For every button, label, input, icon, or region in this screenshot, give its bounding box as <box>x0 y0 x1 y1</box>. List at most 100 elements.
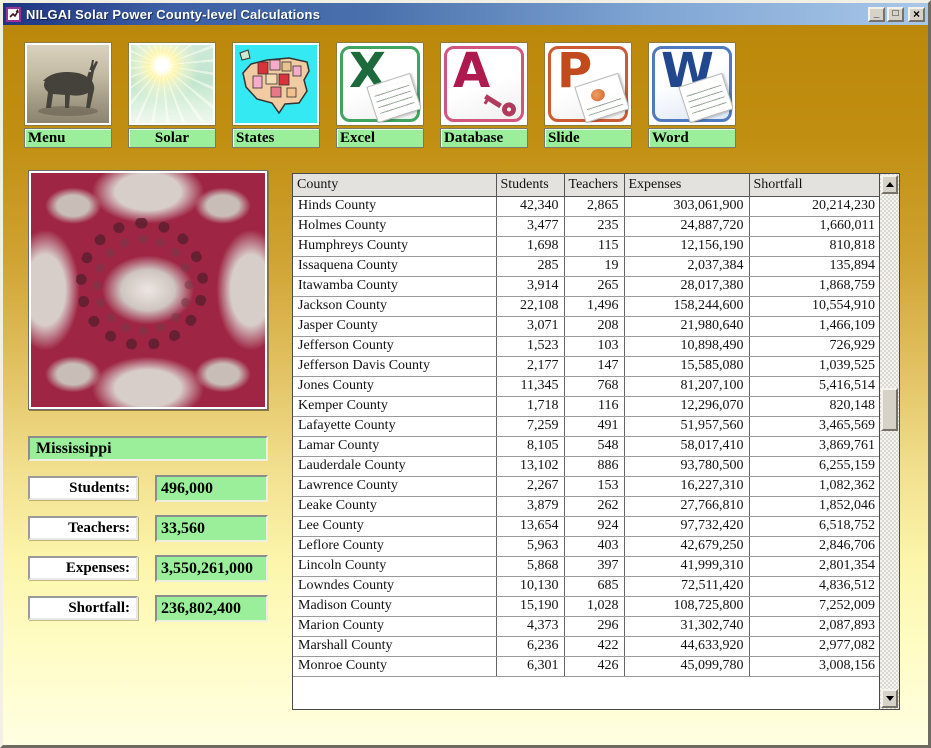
table-row[interactable]: Lee County 13,654 924 97,732,420 6,518,7… <box>293 516 879 536</box>
shortfall-cell: 135,894 <box>749 256 879 276</box>
shortfall-cell: 4,836,512 <box>749 576 879 596</box>
app-window: NILGAI Solar Power County-level Calculat… <box>0 0 931 748</box>
expenses-cell: 15,585,080 <box>624 356 749 376</box>
students-value-field[interactable]: 496,000 <box>155 475 268 502</box>
word-button-label: Word <box>648 128 736 148</box>
students-cell: 4,373 <box>496 616 564 636</box>
table-row[interactable]: Jefferson County 1,523 103 10,898,490 72… <box>293 336 879 356</box>
teachers-value-field[interactable]: 33,560 <box>155 515 268 542</box>
county-cell: Marshall County <box>293 636 496 656</box>
antelope-silhouette-icon <box>27 45 109 123</box>
students-label: Students: <box>28 476 138 500</box>
table-row[interactable]: Lafayette County 7,259 491 51,957,560 3,… <box>293 416 879 436</box>
word-icon: W <box>648 42 736 126</box>
table-row[interactable]: Lowndes County 10,130 685 72,511,420 4,8… <box>293 576 879 596</box>
minimize-button[interactable]: _ <box>868 7 885 22</box>
table-row[interactable]: Jefferson Davis County 2,177 147 15,585,… <box>293 356 879 376</box>
scroll-down-button[interactable] <box>881 689 898 708</box>
shortfall-cell: 2,846,706 <box>749 536 879 556</box>
table-row[interactable]: Itawamba County 3,914 265 28,017,380 1,8… <box>293 276 879 296</box>
vertical-scrollbar[interactable] <box>879 174 899 709</box>
table-row[interactable]: Lauderdale County 13,102 886 93,780,500 … <box>293 456 879 476</box>
table-row[interactable]: Marion County 4,373 296 31,302,740 2,087… <box>293 616 879 636</box>
table-row[interactable]: Lincoln County 5,868 397 41,999,310 2,80… <box>293 556 879 576</box>
county-cell: Jefferson County <box>293 336 496 356</box>
slide-button[interactable]: P Slide <box>544 42 632 148</box>
teachers-cell: 116 <box>564 396 624 416</box>
expenses-cell: 31,302,740 <box>624 616 749 636</box>
maximize-button[interactable]: □ <box>887 7 904 22</box>
scroll-up-button[interactable] <box>881 175 898 194</box>
shortfall-cell: 3,465,569 <box>749 416 879 436</box>
table-row[interactable]: Jasper County 3,071 208 21,980,640 1,466… <box>293 316 879 336</box>
expenses-cell: 303,061,900 <box>624 196 749 216</box>
county-cell: Lafayette County <box>293 416 496 436</box>
teachers-cell: 208 <box>564 316 624 336</box>
table-row[interactable]: Humphreys County 1,698 115 12,156,190 81… <box>293 236 879 256</box>
excel-icon: X <box>336 42 424 126</box>
state-name-field[interactable]: Mississippi <box>28 436 268 461</box>
students-cell: 5,963 <box>496 536 564 556</box>
table-row[interactable]: Leflore County 5,963 403 42,679,250 2,84… <box>293 536 879 556</box>
database-button-label: Database <box>440 128 528 148</box>
expenses-cell: 41,999,310 <box>624 556 749 576</box>
word-button[interactable]: W Word <box>648 42 736 148</box>
column-header-students[interactable]: Students <box>496 174 564 196</box>
sun-rays-icon <box>131 45 213 123</box>
table-row[interactable]: Holmes County 3,477 235 24,887,720 1,660… <box>293 216 879 236</box>
table-row[interactable]: Kemper County 1,718 116 12,296,070 820,1… <box>293 396 879 416</box>
table-row[interactable]: Lawrence County 2,267 153 16,227,310 1,0… <box>293 476 879 496</box>
teachers-cell: 103 <box>564 336 624 356</box>
menu-button[interactable]: Menu <box>24 42 112 148</box>
county-cell: Jackson County <box>293 296 496 316</box>
shortfall-cell: 1,466,109 <box>749 316 879 336</box>
expenses-cell: 108,725,800 <box>624 596 749 616</box>
shortfall-cell: 810,818 <box>749 236 879 256</box>
table-row[interactable]: Madison County 15,190 1,028 108,725,800 … <box>293 596 879 616</box>
students-cell: 2,267 <box>496 476 564 496</box>
excel-button[interactable]: X Excel <box>336 42 424 148</box>
us-map-shape-icon <box>235 45 317 123</box>
shortfall-cell: 6,518,752 <box>749 516 879 536</box>
table-row[interactable]: Hinds County 42,340 2,865 303,061,900 20… <box>293 196 879 216</box>
teachers-cell: 147 <box>564 356 624 376</box>
table-row[interactable]: Marshall County 6,236 422 44,633,920 2,9… <box>293 636 879 656</box>
table-row[interactable]: Lamar County 8,105 548 58,017,410 3,869,… <box>293 436 879 456</box>
table-row[interactable]: Monroe County 6,301 426 45,099,780 3,008… <box>293 656 879 676</box>
table-row[interactable]: Leake County 3,879 262 27,766,810 1,852,… <box>293 496 879 516</box>
teachers-cell: 768 <box>564 376 624 396</box>
county-cell: Marion County <box>293 616 496 636</box>
county-cell: Humphreys County <box>293 236 496 256</box>
shortfall-cell: 1,039,525 <box>749 356 879 376</box>
column-header-county[interactable]: County <box>293 174 496 196</box>
column-header-expenses[interactable]: Expenses <box>624 174 749 196</box>
table-row[interactable]: Jackson County 22,108 1,496 158,244,600 … <box>293 296 879 316</box>
close-button[interactable]: × <box>908 7 925 22</box>
app-icon[interactable] <box>6 7 21 22</box>
teachers-cell: 924 <box>564 516 624 536</box>
students-cell: 3,879 <box>496 496 564 516</box>
expenses-cell: 97,732,420 <box>624 516 749 536</box>
scrollbar-thumb[interactable] <box>881 388 898 431</box>
expenses-value-field[interactable]: 3,550,261,000 <box>155 555 268 582</box>
expenses-cell: 10,898,490 <box>624 336 749 356</box>
states-button-label: States <box>232 128 320 148</box>
students-cell: 42,340 <box>496 196 564 216</box>
teachers-cell: 265 <box>564 276 624 296</box>
shortfall-cell: 2,087,893 <box>749 616 879 636</box>
students-cell: 6,301 <box>496 656 564 676</box>
students-cell: 2,177 <box>496 356 564 376</box>
column-header-shortfall[interactable]: Shortfall <box>749 174 879 196</box>
expenses-cell: 51,957,560 <box>624 416 749 436</box>
database-button[interactable]: A Database <box>440 42 528 148</box>
county-cell: Jasper County <box>293 316 496 336</box>
us-map-icon <box>232 42 320 126</box>
table-row[interactable]: Jones County 11,345 768 81,207,100 5,416… <box>293 376 879 396</box>
triangle-down-icon <box>886 696 894 701</box>
states-button[interactable]: States <box>232 42 320 148</box>
table-row[interactable]: Issaquena County 285 19 2,037,384 135,89… <box>293 256 879 276</box>
column-header-teachers[interactable]: Teachers <box>564 174 624 196</box>
solar-button[interactable]: Solar <box>128 42 216 148</box>
students-cell: 5,868 <box>496 556 564 576</box>
shortfall-value-field[interactable]: 236,802,400 <box>155 595 268 622</box>
